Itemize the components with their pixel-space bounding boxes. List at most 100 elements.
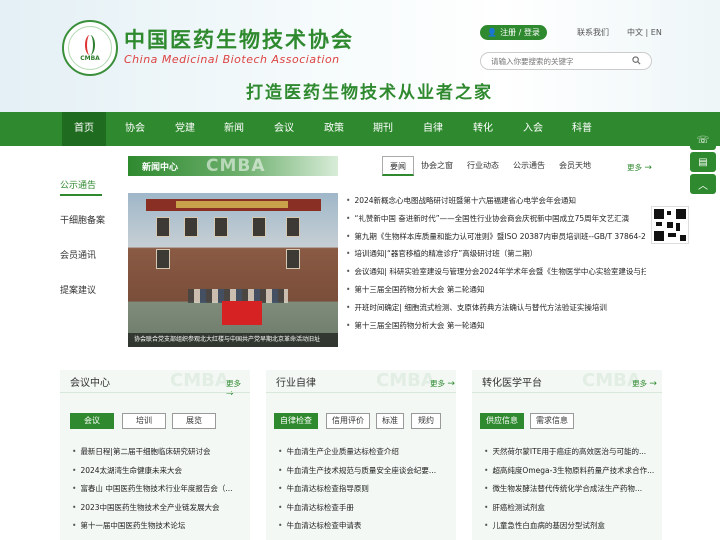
news-item[interactable]: 第九期《生物样本库质量和能力认可准则》暨ISO 20387内审员培训班--GB/… — [346, 231, 646, 249]
building-window — [286, 249, 300, 269]
dna-helix-icon — [85, 34, 95, 55]
tab-industry[interactable]: 行业动态 — [464, 156, 502, 176]
panel-button-standards[interactable]: 标准 — [376, 413, 404, 429]
panel-divider — [266, 392, 456, 393]
list-item[interactable]: 儿童急性白血病的基因分型试剂盒 — [484, 520, 659, 539]
list-item[interactable]: 牛血清达标检查手册 — [278, 502, 453, 521]
more-label: 更多 — [632, 379, 647, 388]
list-item[interactable]: 最新日程|第二届干细胞临床研究研讨会 — [72, 446, 247, 465]
panel-button-inspection[interactable]: 自律检查 — [274, 413, 318, 429]
list-item[interactable]: 超高纯度Omega-3生物原料药量产技术求合作... — [484, 465, 659, 484]
contact-link[interactable]: 联系我们 — [577, 27, 609, 38]
list-item[interactable]: 富春山 中国医药生物技术行业年度报告会（... — [72, 483, 247, 502]
nav-meetings[interactable]: 会议 — [262, 112, 306, 146]
nav-science[interactable]: 科普 — [560, 112, 604, 146]
building-window — [156, 217, 170, 237]
panel-more-link[interactable]: 更多 → — [632, 378, 657, 389]
qr-module — [680, 235, 686, 241]
qr-module — [668, 233, 676, 237]
qr-module — [676, 223, 680, 231]
nav-home[interactable]: 首页 — [62, 112, 106, 146]
panel-button-credit[interactable]: 信用评价 — [326, 413, 370, 429]
association-logo[interactable]: CMBA — [62, 20, 118, 76]
panel-title: 行业自律 — [276, 378, 316, 389]
news-watermark: CMBA — [206, 156, 266, 176]
nav-translation[interactable]: 转化 — [461, 112, 505, 146]
qr-module — [667, 222, 673, 228]
search-icon[interactable] — [632, 55, 641, 67]
panel-list: 天然荷尔蒙ITE用于癌症的高效医治与可能的... 超高纯度Omega-3生物原料… — [484, 446, 659, 539]
left-menu-item-proposals[interactable]: 提案建议 — [60, 280, 105, 315]
nav-policy[interactable]: 政策 — [312, 112, 356, 146]
left-menu-item-newsletter[interactable]: 会员通讯 — [60, 245, 105, 280]
panel-watermark: CMBA — [170, 370, 229, 391]
red-flag — [222, 301, 262, 325]
site-title-en: China Medicinal Biotech Association — [124, 53, 340, 66]
phone-icon[interactable]: ☏ — [690, 130, 716, 150]
panel-translational: 转化医学平台 CMBA 更多 → 供应信息 需求信息 天然荷尔蒙ITE用于癌症的… — [472, 370, 662, 540]
back-to-top-icon[interactable]: ︿ — [690, 174, 716, 194]
qr-module — [656, 222, 662, 226]
list-item[interactable]: 牛血清达标检查申请表 — [278, 520, 453, 539]
news-item[interactable]: 2024新概念心电图战略研讨班暨第十六届福建省心电学会年会通知 — [346, 195, 646, 213]
news-item[interactable]: 开班时间确定| 细胞流式检测、支原体药典方法确认与替代方法验证实操培训 — [346, 302, 646, 320]
panel-button-exhibition[interactable]: 展览 — [172, 413, 216, 429]
nav-join[interactable]: 入会 — [511, 112, 555, 146]
news-section-header: 新闻中心 CMBA — [128, 156, 338, 176]
login-register-button[interactable]: 👤 注册 / 登录 — [480, 25, 547, 40]
login-label: 注册 / 登录 — [500, 28, 540, 37]
building-window — [214, 217, 228, 237]
logo-text: CMBA — [80, 54, 100, 62]
tab-notices[interactable]: 公示通告 — [510, 156, 548, 176]
panel-list: 牛血清生产企业质量达标检查介绍 牛血清生产技术规范与质量安全座谈会纪要... 牛… — [278, 446, 453, 539]
list-item[interactable]: 第十一届中国医药生物技术论坛 — [72, 520, 247, 539]
news-item[interactable]: 第十三届全国药物分析大会 第二轮通知 — [346, 284, 646, 302]
tab-association-window[interactable]: 协会之窗 — [418, 156, 456, 176]
list-item[interactable]: 天然荷尔蒙ITE用于癌症的高效医治与可能的... — [484, 446, 659, 465]
news-feature-photo[interactable]: 协会联合党支部组织参观北大红楼与中国共产党早期北京革命活动旧址 — [128, 193, 338, 347]
qr-finder — [676, 209, 686, 219]
news-item[interactable]: “礼赞新中国 奋进新时代”——全国性行业协会商会庆祝新中国成立75周年文艺汇演 — [346, 213, 646, 231]
list-item[interactable]: 2024太湖湾生命健康未来大会 — [72, 465, 247, 484]
panel-button-demand[interactable]: 需求信息 — [530, 413, 574, 429]
list-item[interactable]: 牛血清生产技术规范与质量安全座谈会纪要... — [278, 465, 453, 484]
panel-button-rules[interactable]: 规约 — [411, 413, 441, 429]
news-more-link[interactable]: 更多 → — [627, 162, 652, 173]
news-item[interactable]: 会议通知| 科研实验室建设与管理分会2024年学术年会暨《生物医学中心实验室建设… — [346, 266, 646, 284]
list-item[interactable]: 牛血清达标检查指导原则 — [278, 483, 453, 502]
news-item[interactable]: 培训通知|“器官移植的精准诊疗”高级研讨班（第二期） — [346, 248, 646, 266]
logo-emblem: CMBA — [68, 26, 112, 70]
panel-more-link[interactable]: 更多 → — [430, 378, 455, 389]
panel-button-supply[interactable]: 供应信息 — [480, 413, 524, 429]
more-label: 更多 — [430, 379, 445, 388]
panel-button-meeting[interactable]: 会议 — [70, 413, 114, 429]
tab-headlines[interactable]: 要闻 — [382, 156, 414, 176]
nav-party[interactable]: 党建 — [163, 112, 207, 146]
tab-members[interactable]: 会员天地 — [556, 156, 594, 176]
building-window — [252, 217, 266, 237]
nav-news[interactable]: 新闻 — [212, 112, 256, 146]
list-item[interactable]: 2023中国医药生物技术全产业链发展大会 — [72, 502, 247, 521]
panel-divider — [472, 392, 662, 393]
panel-list: 最新日程|第二届干细胞临床研究研讨会 2024太湖湾生命健康未来大会 富春山 中… — [72, 446, 247, 539]
site-title-cn: 中国医药生物技术协会 — [124, 27, 354, 52]
list-item[interactable]: 微生物发酵法替代传统化学合成法生产药物... — [484, 483, 659, 502]
arrow-right-icon: → — [447, 379, 455, 389]
building-sign — [176, 201, 288, 208]
nav-self-discipline[interactable]: 自律 — [411, 112, 455, 146]
nav-journals[interactable]: 期刊 — [361, 112, 405, 146]
chat-icon[interactable]: ▤ — [690, 152, 716, 172]
panel-button-training[interactable]: 培训 — [122, 413, 166, 429]
list-item[interactable]: 肝癌检测试剂盒 — [484, 502, 659, 521]
left-menu-item-notices[interactable]: 公示通告 — [60, 175, 105, 210]
search-input[interactable] — [491, 56, 631, 66]
list-item[interactable]: 牛血清生产企业质量达标检查介绍 — [278, 446, 453, 465]
left-menu-item-stem-cell[interactable]: 干细胞备案 — [60, 210, 105, 245]
nav-association[interactable]: 协会 — [113, 112, 157, 146]
panel-watermark: CMBA — [376, 370, 435, 391]
panel-title: 会议中心 — [70, 378, 110, 389]
panel-more-link[interactable]: 更多 → — [226, 378, 250, 399]
language-switch[interactable]: 中文 | EN — [627, 27, 662, 38]
building-window — [156, 249, 170, 269]
news-item[interactable]: 第十三届全国药物分析大会 第一轮通知 — [346, 320, 646, 338]
